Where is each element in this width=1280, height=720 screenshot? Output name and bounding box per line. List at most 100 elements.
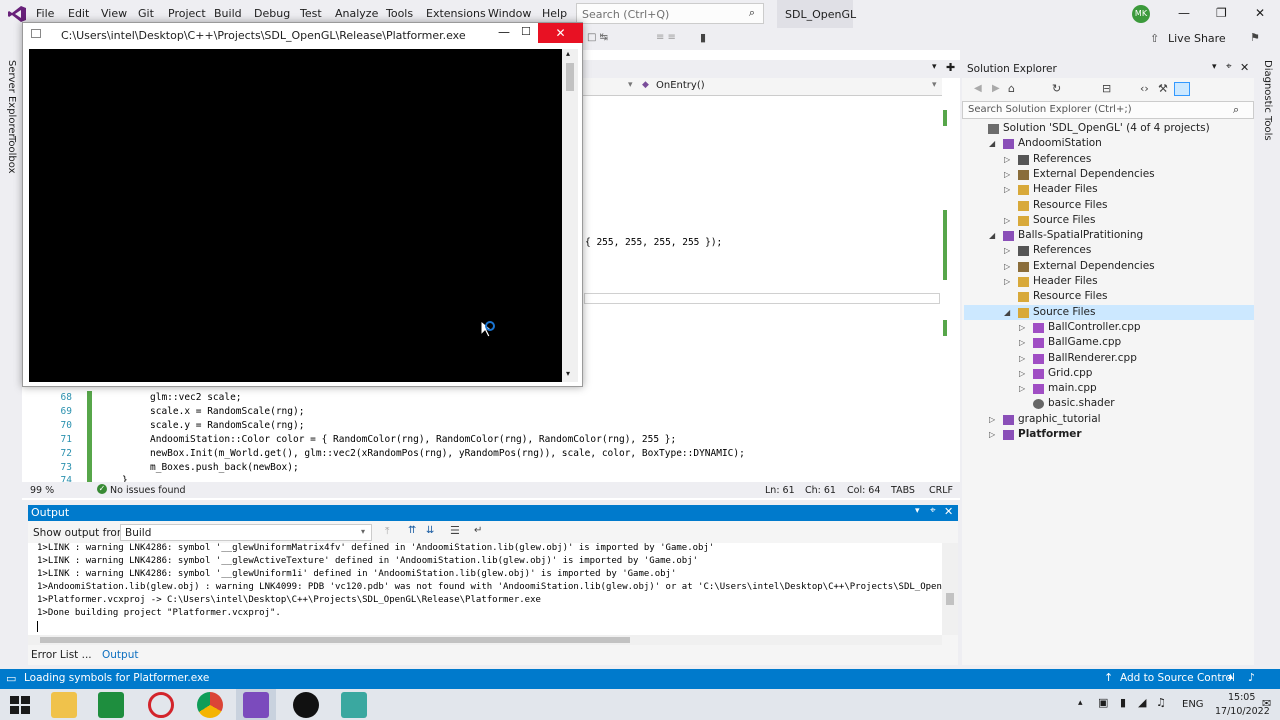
- avatar[interactable]: MK: [1132, 5, 1150, 23]
- tree-item[interactable]: Grid.cpp: [1048, 367, 1092, 379]
- nav-dropdown-icon[interactable]: ▾: [628, 80, 633, 90]
- sync-icon[interactable]: ↻: [1052, 82, 1061, 95]
- pin-icon[interactable]: ⌖: [930, 505, 936, 516]
- tree-expand-icon[interactable]: ▷: [1019, 338, 1025, 347]
- nav-member[interactable]: OnEntry(): [656, 80, 705, 91]
- prev-message-icon[interactable]: ⇈: [408, 525, 416, 536]
- menu-file[interactable]: File: [36, 7, 54, 20]
- tab-output[interactable]: Output: [102, 649, 138, 661]
- tree-expand-icon[interactable]: ▷: [1004, 185, 1010, 194]
- diagnostic-tools-tab[interactable]: Diagnostic Tools: [1262, 60, 1273, 141]
- scroll-up-icon[interactable]: ▴: [566, 49, 570, 58]
- app-maximize-icon[interactable]: ☐: [521, 25, 531, 38]
- output-vscrollbar[interactable]: [942, 543, 958, 635]
- preview-toggle-icon[interactable]: [1174, 82, 1190, 96]
- find-message-icon[interactable]: ⤒: [385, 526, 389, 537]
- app-close-button[interactable]: ✕: [538, 23, 583, 43]
- tree-expand-icon[interactable]: ▷: [1004, 155, 1010, 164]
- scroll-thumb[interactable]: [946, 593, 954, 605]
- tabs-indicator[interactable]: TABS: [891, 485, 915, 496]
- minimize-icon[interactable]: —: [1178, 6, 1190, 20]
- tree-expand-icon[interactable]: ▷: [1004, 216, 1010, 225]
- tree-expand-icon[interactable]: ◢: [1004, 308, 1010, 317]
- output-close-icon[interactable]: ✕: [944, 505, 953, 518]
- clear-all-icon[interactable]: ☰: [450, 524, 460, 537]
- eol-indicator[interactable]: CRLF: [929, 485, 953, 496]
- maximize-icon[interactable]: ❐: [1216, 6, 1227, 20]
- scroll-thumb[interactable]: [40, 637, 630, 643]
- feedback-icon[interactable]: ⚑: [1250, 31, 1260, 44]
- solution-close-icon[interactable]: ✕: [1240, 61, 1249, 74]
- tree-item[interactable]: Balls-SpatialPratitioning: [1018, 229, 1143, 241]
- add-to-source-control-button[interactable]: Add to Source Control: [1120, 672, 1235, 684]
- opera-browser-icon[interactable]: [148, 692, 174, 718]
- tree-item[interactable]: External Dependencies: [1033, 168, 1155, 180]
- tree-item[interactable]: References: [1033, 153, 1091, 165]
- tree-item[interactable]: Platformer: [1018, 428, 1082, 440]
- menu-debug[interactable]: Debug: [254, 7, 290, 20]
- menu-tools[interactable]: Tools: [386, 7, 413, 20]
- tree-expand-icon[interactable]: ▷: [1004, 277, 1010, 286]
- member-dropdown-icon[interactable]: ▾: [932, 80, 937, 90]
- toolbox-tab[interactable]: Toolbox: [6, 136, 17, 174]
- battery-icon[interactable]: ▮: [1120, 696, 1126, 709]
- solution-search-input[interactable]: Search Solution Explorer (Ctrl+;) ⌕: [962, 101, 1254, 119]
- menu-view[interactable]: View: [101, 7, 127, 20]
- bookmark-icon[interactable]: ▮: [700, 31, 706, 44]
- menu-test[interactable]: Test: [300, 7, 322, 20]
- spreadsheet-app-icon[interactable]: [98, 692, 124, 718]
- menu-build[interactable]: Build: [214, 7, 242, 20]
- clock-time[interactable]: 15:05: [1228, 692, 1255, 703]
- chrome-browser-icon[interactable]: [197, 692, 223, 718]
- app-scrollbar[interactable]: ▴ ▾: [562, 49, 578, 382]
- tree-expand-icon[interactable]: ▷: [1004, 170, 1010, 179]
- menu-edit[interactable]: Edit: [68, 7, 89, 20]
- tree-item[interactable]: BallController.cpp: [1048, 321, 1141, 333]
- tray-icon[interactable]: ▣: [1098, 696, 1108, 709]
- tree-item[interactable]: BallRenderer.cpp: [1048, 352, 1137, 364]
- code-view-icon[interactable]: ‹›: [1140, 82, 1149, 95]
- menu-window[interactable]: Window: [488, 7, 531, 20]
- visual-studio-icon[interactable]: [243, 692, 269, 718]
- tree-expand-icon[interactable]: ▷: [1019, 354, 1025, 363]
- scroll-thumb[interactable]: [566, 63, 574, 91]
- pin-icon[interactable]: ⌖: [1226, 61, 1232, 72]
- tree-expand-icon[interactable]: ▷: [1004, 246, 1010, 255]
- menu-analyze[interactable]: Analyze: [335, 7, 378, 20]
- tree-item[interactable]: External Dependencies: [1033, 260, 1155, 272]
- back-icon[interactable]: ◀: [974, 83, 982, 94]
- tree-expand-icon[interactable]: ▷: [1019, 384, 1025, 393]
- obs-studio-icon[interactable]: [293, 692, 319, 718]
- menu-extensions[interactable]: Extensions: [426, 7, 486, 20]
- forward-icon[interactable]: ▶: [992, 83, 1000, 94]
- toolbar-icons-a[interactable]: □ ↹: [587, 32, 608, 43]
- tree-item[interactable]: basic.shader: [1048, 397, 1115, 409]
- issues-status[interactable]: No issues found: [110, 485, 186, 496]
- tree-item[interactable]: AndoomiStation: [1018, 137, 1102, 149]
- tree-expand-icon[interactable]: ▷: [1004, 262, 1010, 271]
- next-message-icon[interactable]: ⇊: [426, 525, 434, 536]
- toolbar-icons-b[interactable]: ≡ ≡: [656, 32, 676, 43]
- app-window-taskbar-icon[interactable]: [341, 692, 367, 718]
- zoom-level[interactable]: 99 %: [30, 485, 54, 496]
- tree-item[interactable]: Header Files: [1033, 275, 1098, 287]
- tree-expand-icon[interactable]: ▷: [1019, 323, 1025, 332]
- file-explorer-icon[interactable]: [51, 692, 77, 718]
- menu-project[interactable]: Project: [168, 7, 206, 20]
- tree-item[interactable]: Resource Files: [1033, 199, 1108, 211]
- close-icon[interactable]: ✕: [1255, 6, 1265, 20]
- tree-item[interactable]: References: [1033, 244, 1091, 256]
- panel-dropdown-icon[interactable]: ▾: [1212, 62, 1217, 72]
- tree-item[interactable]: main.cpp: [1048, 382, 1097, 394]
- tree-expand-icon[interactable]: ◢: [989, 231, 995, 240]
- windows-start-icon[interactable]: [10, 696, 30, 714]
- tree-item[interactable]: Header Files: [1033, 183, 1098, 195]
- split-icon[interactable]: ✚: [946, 61, 955, 74]
- tree-item[interactable]: Resource Files: [1033, 290, 1108, 302]
- collapse-icon[interactable]: ⊟: [1102, 82, 1111, 95]
- volume-icon[interactable]: ♫: [1156, 696, 1166, 709]
- tab-dropdown-icon[interactable]: ▾: [932, 62, 937, 72]
- notification-bell-icon[interactable]: ♪: [1248, 671, 1255, 684]
- tab-error-list[interactable]: Error List ...: [31, 649, 92, 661]
- chevron-up-icon[interactable]: ▴: [1228, 671, 1233, 682]
